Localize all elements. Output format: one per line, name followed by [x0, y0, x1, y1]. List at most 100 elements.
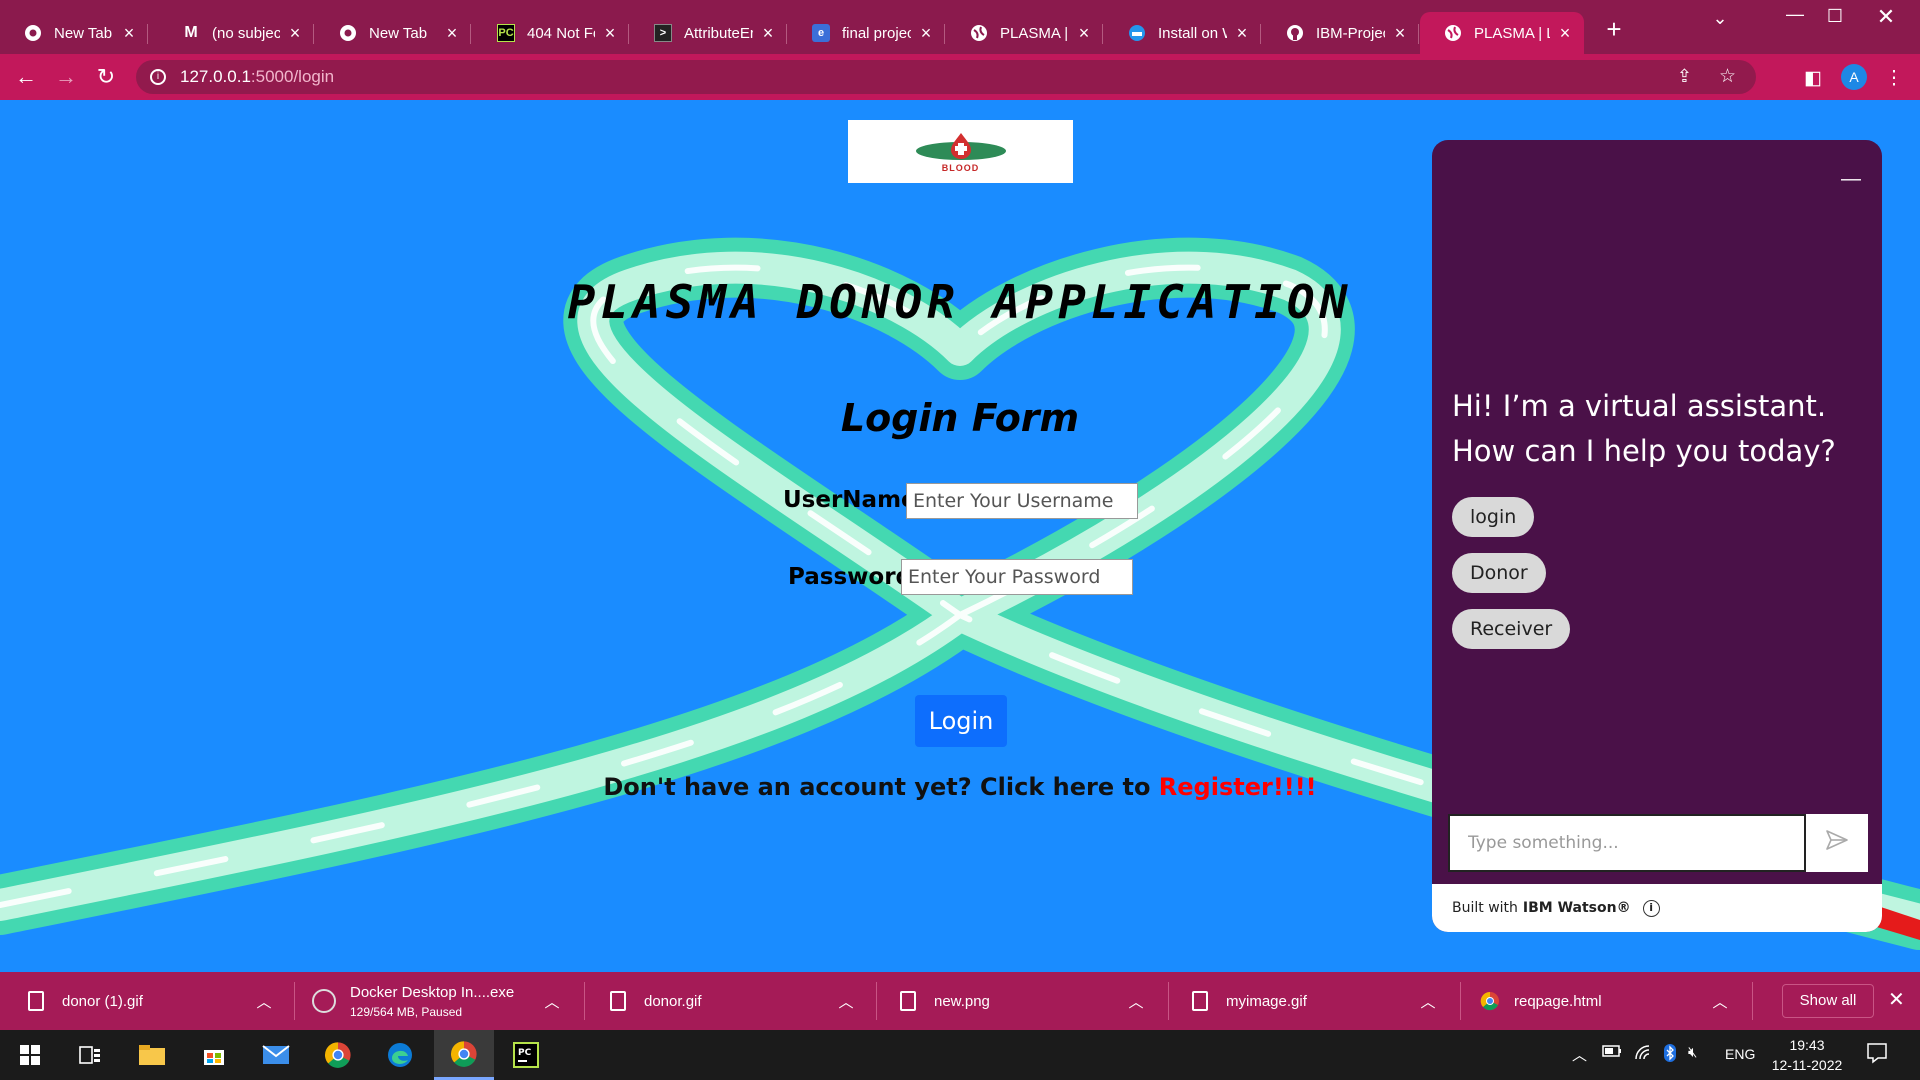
password-label: Password — [788, 564, 912, 590]
download-item[interactable]: donor.gif ︿ — [610, 972, 854, 1030]
tab-close-icon[interactable]: × — [286, 23, 304, 44]
browser-tab[interactable]: IBM-Project × — [1262, 12, 1419, 54]
side-panel-icon[interactable]: ◧ — [1801, 67, 1825, 90]
mail-icon[interactable] — [246, 1030, 306, 1080]
pycharm-taskbar-icon[interactable]: PC — [496, 1030, 556, 1080]
profile-avatar[interactable]: A — [1841, 64, 1867, 90]
chevron-up-tray-icon[interactable]: ︿ — [1572, 1044, 1587, 1065]
url-host: 127.0.0.1 — [180, 67, 251, 86]
github-icon — [1286, 24, 1304, 42]
notification-center-icon[interactable] — [1866, 1042, 1888, 1068]
language-indicator[interactable]: ENG — [1725, 1046, 1755, 1062]
chevron-up-icon[interactable]: ︿ — [1420, 991, 1436, 1012]
new-tab-button[interactable]: + — [1594, 14, 1634, 45]
browser-tab[interactable]: PLASMA | H × — [946, 12, 1103, 54]
tab-close-icon[interactable]: × — [1233, 23, 1251, 44]
edx-icon: e — [812, 24, 830, 42]
tab-separator — [944, 24, 945, 44]
battery-icon[interactable] — [1602, 1044, 1622, 1062]
tab-close-icon[interactable]: × — [120, 23, 138, 44]
edge-icon[interactable] — [370, 1030, 430, 1080]
wifi-icon[interactable] — [1634, 1044, 1652, 1064]
file-explorer-icon[interactable] — [122, 1030, 182, 1080]
close-window-icon[interactable]: ✕ — [1866, 4, 1906, 30]
download-item[interactable]: Docker Desktop In....exe 129/564 MB, Pau… — [312, 972, 560, 1030]
tab-title: 404 Not Fou — [527, 24, 595, 42]
pycharm-icon: PC — [497, 24, 515, 42]
tab-separator — [1260, 24, 1261, 44]
chat-minimize-button[interactable]: — — [1840, 168, 1862, 191]
share-icon[interactable]: ⇪ — [1677, 66, 1692, 87]
show-all-downloads-button[interactable]: Show all — [1782, 984, 1874, 1018]
tab-close-icon[interactable]: × — [443, 23, 461, 44]
chat-footer-prefix: Built with — [1452, 900, 1518, 916]
clock-date: 12-11-2022 — [1771, 1057, 1843, 1073]
download-separator — [294, 982, 295, 1020]
chrome-taskbar-icon[interactable] — [308, 1030, 368, 1080]
svg-text:PC: PC — [518, 1048, 532, 1058]
browser-tab[interactable]: > AttributeErr × — [630, 12, 787, 54]
back-arrow-icon[interactable]: ← — [12, 63, 40, 91]
tab-close-icon[interactable]: × — [1556, 23, 1574, 44]
reload-icon[interactable]: ↻ — [92, 63, 120, 91]
chat-option-donor[interactable]: Donor — [1452, 553, 1546, 593]
chrome-profile-taskbar-icon[interactable] — [434, 1030, 494, 1080]
download-item[interactable]: myimage.gif ︿ — [1192, 972, 1436, 1030]
browser-tab-active[interactable]: PLASMA | L × — [1420, 12, 1584, 54]
download-separator — [584, 982, 585, 1020]
browser-tab[interactable]: New Tab × — [0, 12, 148, 54]
download-item[interactable]: new.png ︿ — [900, 972, 1144, 1030]
windows-start-icon[interactable] — [0, 1030, 60, 1080]
info-icon[interactable]: i — [1642, 899, 1660, 917]
tab-close-icon[interactable]: × — [917, 23, 935, 44]
chevron-up-icon[interactable]: ︿ — [1712, 991, 1728, 1012]
browser-tab[interactable]: PC 404 Not Fou × — [473, 12, 629, 54]
chat-option-receiver[interactable]: Receiver — [1452, 609, 1571, 649]
chevron-up-icon[interactable]: ︿ — [1128, 991, 1144, 1012]
bluetooth-icon[interactable] — [1663, 1044, 1677, 1066]
microsoft-store-icon[interactable] — [184, 1030, 244, 1080]
speaker-muted-icon[interactable]: 🔇︎ — [1688, 1044, 1697, 1061]
chat-greeting-message: Hi! I’m a virtual assistant. How can I h… — [1452, 389, 1836, 468]
tab-separator — [786, 24, 787, 44]
login-button[interactable]: Login — [915, 695, 1007, 747]
password-input[interactable] — [901, 559, 1133, 595]
tab-close-icon[interactable]: × — [601, 23, 619, 44]
forward-arrow-icon[interactable]: → — [52, 63, 80, 91]
browser-tab[interactable]: New Tab × — [315, 12, 471, 54]
username-input[interactable] — [906, 483, 1138, 519]
tab-close-icon[interactable]: × — [1391, 23, 1409, 44]
task-view-icon[interactable] — [60, 1030, 120, 1080]
download-filename: donor.gif — [644, 992, 702, 1010]
browser-tab[interactable]: M (no subject) × — [158, 12, 314, 54]
file-icon — [1192, 991, 1208, 1011]
tab-close-icon[interactable]: × — [759, 23, 777, 44]
tab-search-icon[interactable]: ⌄ — [1700, 8, 1740, 29]
tab-close-icon[interactable]: × — [1075, 23, 1093, 44]
close-downloads-icon[interactable]: ✕ — [1888, 987, 1905, 1012]
tab-title: New Tab — [54, 24, 113, 42]
download-filename: myimage.gif — [1226, 992, 1307, 1010]
maximize-window-icon[interactable]: ☐ — [1815, 6, 1855, 27]
chevron-up-icon[interactable]: ︿ — [544, 991, 560, 1012]
chat-option-login[interactable]: login — [1452, 497, 1535, 537]
bookmark-star-icon[interactable]: ☆ — [1719, 65, 1736, 88]
download-item[interactable]: reqpage.html ︿ — [1480, 972, 1728, 1030]
download-filename: new.png — [934, 992, 990, 1010]
tab-title: PLASMA | H — [1000, 24, 1069, 42]
chat-message-input[interactable] — [1448, 814, 1806, 872]
chevron-up-icon[interactable]: ︿ — [256, 991, 272, 1012]
download-item[interactable]: donor (1).gif ︿ — [28, 972, 272, 1030]
system-clock[interactable]: 19:43 12-11-2022 — [1770, 1035, 1844, 1075]
browser-menu-icon[interactable]: ⋮ — [1882, 67, 1906, 90]
tab-title: Install on W — [1158, 24, 1227, 42]
send-icon[interactable] — [1806, 814, 1868, 872]
register-link[interactable]: Register!!!! — [1159, 773, 1317, 801]
browser-tab[interactable]: Install on W × — [1104, 12, 1261, 54]
address-bar[interactable]: i 127.0.0.1:5000/login ⇪ ☆ — [136, 60, 1756, 94]
browser-tab[interactable]: e final project × — [788, 12, 945, 54]
chevron-up-icon[interactable]: ︿ — [838, 991, 854, 1012]
minimize-window-icon[interactable]: — — [1775, 4, 1815, 25]
terminal-icon: > — [654, 24, 672, 42]
site-info-icon[interactable]: i — [150, 69, 166, 85]
